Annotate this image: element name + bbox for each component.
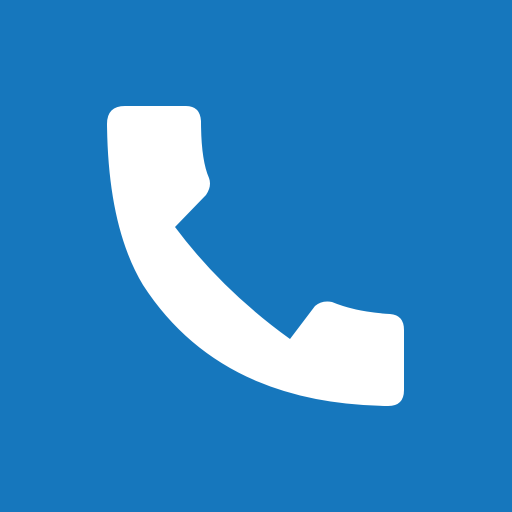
phone-icon-graphic: [0, 0, 512, 512]
phone-app-icon[interactable]: [0, 0, 512, 512]
icon-background: [0, 0, 512, 512]
